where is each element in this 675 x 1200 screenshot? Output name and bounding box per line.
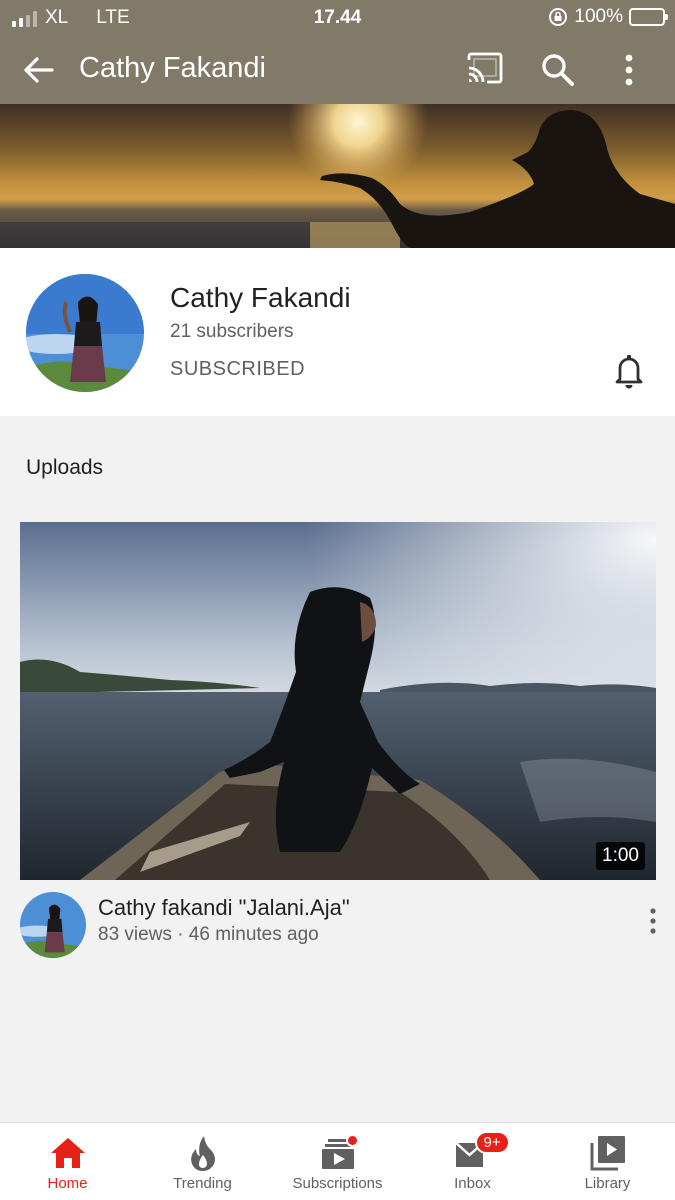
channel-banner — [0, 104, 675, 248]
tab-inbox[interactable]: 9+ Inbox — [405, 1123, 540, 1200]
tab-home-label: Home — [47, 1175, 88, 1192]
trending-icon — [190, 1136, 215, 1171]
video-thumbnail[interactable]: 1:00 — [20, 522, 656, 880]
video-more-icon[interactable] — [640, 905, 666, 939]
notification-bell-icon[interactable] — [610, 350, 648, 390]
tab-library[interactable]: Library — [540, 1123, 675, 1200]
home-icon — [50, 1138, 85, 1168]
inbox-badge: 9+ — [474, 1131, 510, 1154]
tab-subscriptions[interactable]: Subscriptions — [270, 1123, 405, 1200]
video-duration: 1:00 — [596, 842, 645, 870]
channel-header: Cathy Fakandi 21 subscribers SUBSCRIBED — [0, 248, 675, 416]
status-bar: XL LTE 17.44 100% — [0, 0, 675, 34]
rotation-lock-icon — [549, 8, 568, 26]
channel-avatar[interactable] — [26, 274, 144, 392]
tab-trending[interactable]: Trending — [135, 1123, 270, 1200]
cast-icon[interactable] — [465, 51, 505, 87]
tab-trending-label: Trending — [173, 1175, 232, 1192]
tab-subscriptions-label: Subscriptions — [292, 1175, 383, 1192]
battery-percent: 100% — [574, 6, 623, 27]
top-bar: XL LTE 17.44 100% Cathy Fakandi — [0, 0, 675, 104]
more-options-icon[interactable] — [612, 50, 646, 90]
app-bar: Cathy Fakandi — [0, 34, 675, 104]
subscribed-button[interactable]: SUBSCRIBED — [170, 358, 305, 381]
tab-library-label: Library — [584, 1175, 631, 1192]
tab-inbox-label: Inbox — [454, 1175, 491, 1192]
video-channel-avatar[interactable] — [20, 892, 86, 958]
uploads-heading: Uploads — [26, 456, 104, 479]
back-arrow-icon[interactable] — [18, 50, 58, 90]
battery-icon — [629, 8, 668, 26]
video-title[interactable]: Cathy fakandi "Jalani.Aja" — [98, 895, 350, 921]
bottom-navigation: Home Trending Subscriptions 9+ Inbox Lib… — [0, 1122, 675, 1200]
tab-home[interactable]: Home — [0, 1123, 135, 1200]
page-title: Cathy Fakandi — [79, 52, 266, 84]
subscriptions-dot — [345, 1134, 359, 1147]
video-meta: 83 views · 46 minutes ago — [98, 924, 319, 945]
channel-name: Cathy Fakandi — [170, 282, 351, 313]
search-icon[interactable] — [538, 50, 578, 90]
subscriber-count: 21 subscribers — [170, 321, 294, 342]
library-icon — [590, 1136, 625, 1171]
